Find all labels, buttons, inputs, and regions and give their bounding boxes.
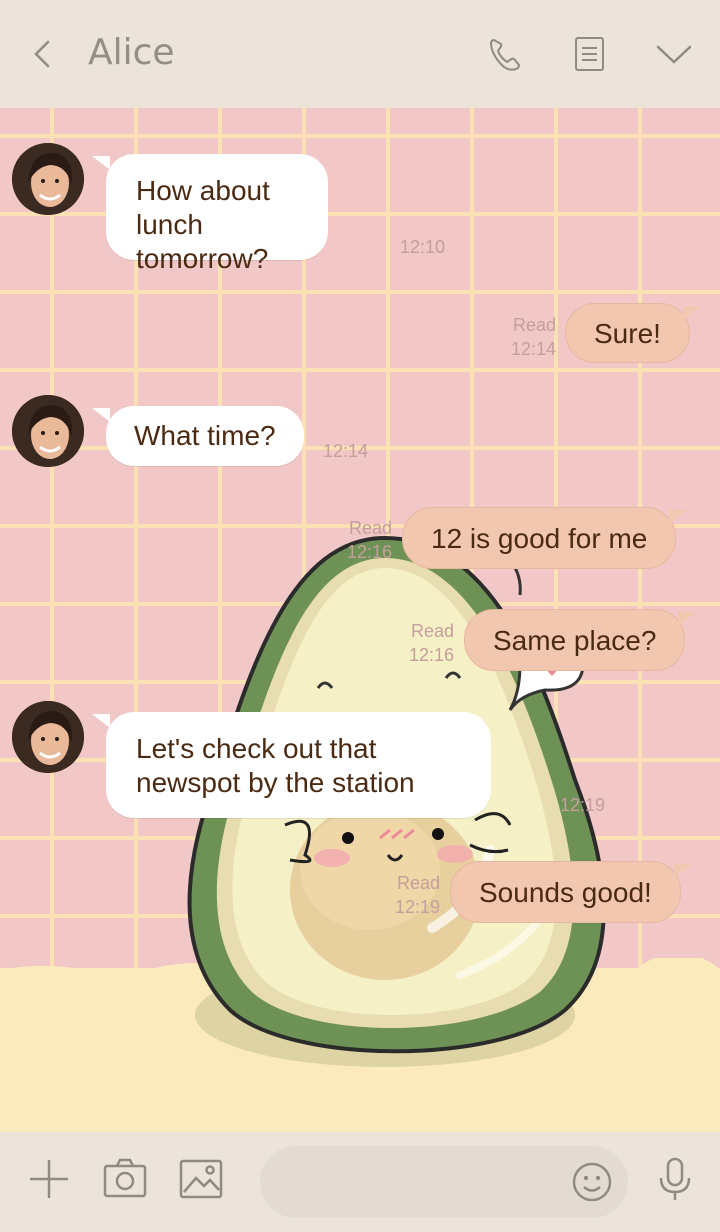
message-bubble[interactable]: What time? bbox=[92, 406, 304, 466]
message-time: 12:16 bbox=[346, 542, 392, 562]
contact-avatar[interactable] bbox=[12, 143, 84, 215]
chevron-down-icon[interactable] bbox=[654, 34, 694, 74]
chat-header: Alice bbox=[0, 0, 720, 108]
message-bubble[interactable]: Let's check out that newspot by the stat… bbox=[92, 712, 491, 818]
contact-avatar[interactable] bbox=[12, 701, 84, 773]
avatar-photo bbox=[12, 701, 84, 773]
contact-avatar[interactable] bbox=[12, 395, 84, 467]
message-bubble[interactable]: Sure! bbox=[565, 303, 701, 363]
message-input-container bbox=[260, 1146, 628, 1218]
back-arrow-icon[interactable] bbox=[28, 36, 56, 72]
message-time: 12:14 bbox=[510, 339, 556, 359]
note-icon[interactable] bbox=[570, 34, 610, 74]
contact-name[interactable]: Alice bbox=[88, 32, 175, 73]
message-time: 12:19 bbox=[560, 795, 606, 815]
read-status: Read bbox=[512, 315, 556, 335]
avatar-photo bbox=[12, 395, 84, 467]
read-status: Read bbox=[410, 621, 454, 641]
message-input[interactable] bbox=[284, 1164, 568, 1202]
emoji-icon[interactable] bbox=[570, 1160, 614, 1204]
message-bubble[interactable]: 12 is good for me bbox=[402, 507, 688, 569]
message-bubble[interactable]: Same place? bbox=[464, 609, 697, 671]
microphone-icon[interactable] bbox=[652, 1156, 698, 1202]
read-status: Read bbox=[348, 518, 392, 538]
message-time: 12:10 bbox=[400, 237, 446, 257]
input-bar bbox=[0, 1132, 720, 1232]
read-status: Read bbox=[396, 873, 440, 893]
message-time: 12:16 bbox=[408, 645, 454, 665]
plus-icon[interactable] bbox=[26, 1156, 72, 1202]
image-icon[interactable] bbox=[178, 1156, 224, 1202]
message-time: 12:14 bbox=[323, 441, 369, 461]
phone-icon[interactable] bbox=[486, 34, 526, 74]
message-bubble[interactable]: Sounds good! bbox=[450, 861, 692, 923]
message-bubble[interactable]: How about lunch tomorrow? bbox=[92, 154, 328, 274]
message-time: 12:19 bbox=[394, 897, 440, 917]
chat-screen: Alice How about lunch tomorrow? 12:10 Re… bbox=[0, 0, 720, 1232]
avatar-photo bbox=[12, 143, 84, 215]
camera-icon[interactable] bbox=[102, 1156, 148, 1202]
